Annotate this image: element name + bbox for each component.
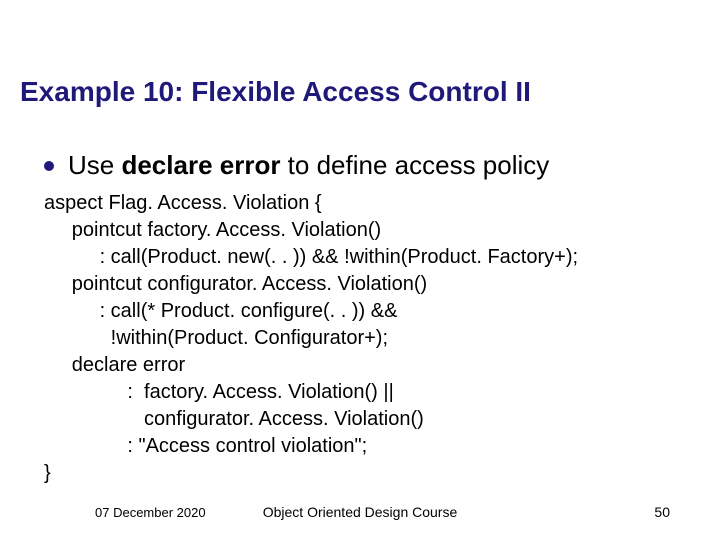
slide-title: Example 10: Flexible Access Control II	[20, 76, 531, 108]
code-line: aspect Flag. Access. Violation {	[44, 192, 322, 214]
code-line: pointcut configurator. Access. Violation…	[44, 273, 427, 295]
bullet-bold: declare error	[121, 150, 280, 180]
footer-course: Object Oriented Design Course	[0, 504, 720, 520]
code-line: : factory. Access. Violation() ||	[44, 381, 394, 403]
code-line: !within(Product. Configurator+);	[44, 327, 388, 349]
code-block: aspect Flag. Access. Violation { pointcu…	[44, 190, 578, 487]
bullet-suffix: to define access policy	[280, 150, 549, 180]
bullet-prefix: Use	[68, 150, 121, 180]
code-line: declare error	[44, 354, 185, 376]
footer-page-number: 50	[654, 504, 670, 520]
code-line: }	[44, 462, 51, 484]
code-line: configurator. Access. Violation()	[44, 408, 424, 430]
bullet-icon	[44, 161, 54, 171]
code-line: : call(* Product. configure(. . )) &&	[44, 300, 397, 322]
bullet-text: Use declare error to define access polic…	[68, 150, 549, 181]
code-line: : "Access control violation";	[44, 435, 367, 457]
bullet-item: Use declare error to define access polic…	[44, 150, 549, 181]
code-line: pointcut factory. Access. Violation()	[44, 219, 381, 241]
slide: Example 10: Flexible Access Control II U…	[0, 0, 720, 540]
footer: 07 December 2020 Object Oriented Design …	[0, 500, 720, 520]
code-line: : call(Product. new(. . )) && !within(Pr…	[44, 246, 578, 268]
